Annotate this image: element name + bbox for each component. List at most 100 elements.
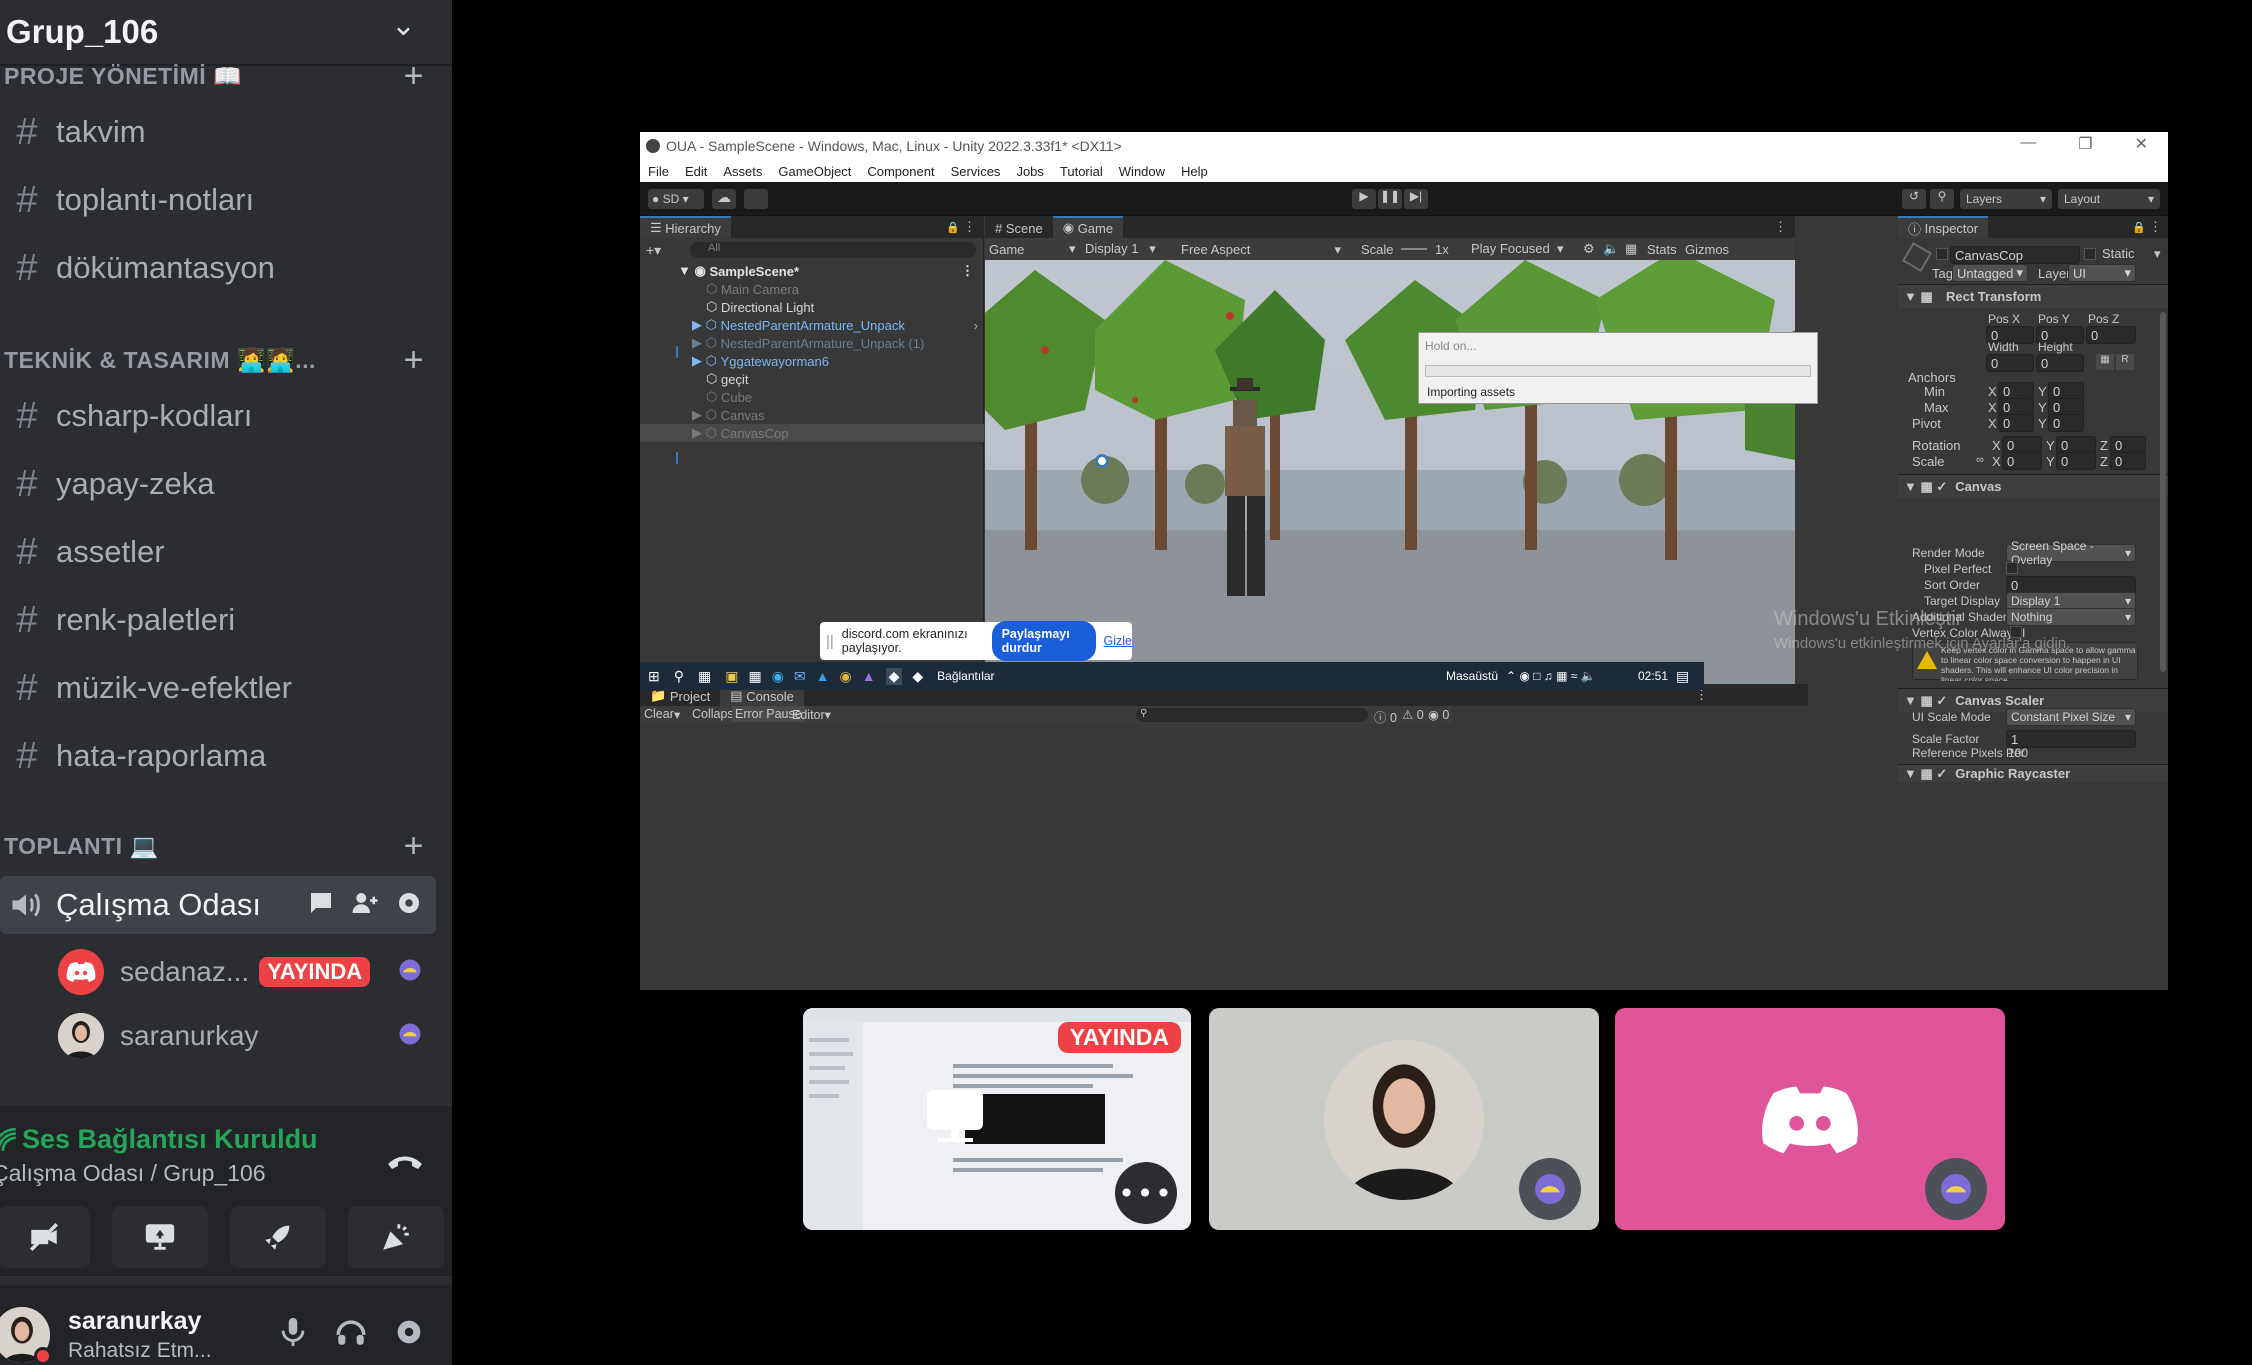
- add-channel-icon[interactable]: +: [404, 341, 424, 380]
- error-count[interactable]: ◉ 0: [1428, 707, 1449, 722]
- tab-scene[interactable]: # Scene: [985, 216, 1053, 238]
- vscode-icon[interactable]: ▲: [816, 668, 830, 684]
- hierarchy-item-selected[interactable]: ▶ ⬡ CanvasCop: [640, 424, 984, 442]
- chrome-icon[interactable]: ◉: [840, 668, 852, 685]
- log-count[interactable]: ⓘ 0: [1374, 707, 1397, 726]
- collab-button[interactable]: [744, 189, 768, 209]
- voice-user-saranurkay[interactable]: saranurkay: [58, 1010, 428, 1062]
- hierarchy-search[interactable]: All: [690, 242, 976, 258]
- voice-user-sedanaz[interactable]: sedanaz... YAYINDA: [58, 946, 428, 998]
- category-toplanti[interactable]: TOPLANTI 💻 +: [4, 826, 424, 866]
- object-name-field[interactable]: CanvasCop: [1950, 246, 2080, 264]
- disconnect-icon[interactable]: [386, 1150, 424, 1178]
- unity-app-icon[interactable]: ◆: [885, 667, 903, 685]
- ui-scale-mode-dropdown[interactable]: Constant Pixel Size ▾: [2006, 708, 2136, 726]
- menu-gameobject[interactable]: GameObject: [778, 164, 851, 179]
- graphic-raycaster-header[interactable]: ▼ ▦ ✓Graphic Raycaster? ⇄ ⋮: [1898, 764, 2168, 782]
- audio-icon[interactable]: 🔈: [1603, 241, 1619, 257]
- play-button[interactable]: ▶: [1352, 189, 1376, 209]
- anchors-label[interactable]: Anchors: [1908, 370, 1956, 385]
- tile-sedanaz[interactable]: [1615, 1008, 2005, 1230]
- layout-dropdown[interactable]: Layout ▾: [2058, 189, 2160, 209]
- scale-y[interactable]: 0: [2056, 452, 2096, 470]
- camera-off-button[interactable]: [0, 1206, 90, 1268]
- stop-sharing-button[interactable]: Paylaşmayı durdur: [991, 621, 1096, 661]
- category-proje[interactable]: PROJE YÖNETİMİ 📖 +: [4, 56, 424, 96]
- pixel-perfect-checkbox[interactable]: [2006, 562, 2018, 574]
- unity-window[interactable]: OUA - SampleScene - Windows, Mac, Linux …: [640, 132, 2168, 990]
- microphone-icon[interactable]: [276, 1315, 310, 1353]
- unity-hub-icon[interactable]: ◆: [912, 668, 923, 685]
- blueprint-button[interactable]: ▦: [2096, 354, 2114, 370]
- voice-connected-status[interactable]: Ses Bağlantısı Kuruldu: [0, 1124, 318, 1155]
- channel-muzik-ve-efektler[interactable]: # müzik-ve-efektler: [0, 660, 440, 716]
- menu-help[interactable]: Help: [1181, 164, 1208, 179]
- tab-hierarchy[interactable]: ☰ Hierarchy: [640, 216, 731, 238]
- invite-icon[interactable]: [350, 888, 380, 918]
- channel-yapay-zeka[interactable]: # yapay-zeka: [0, 456, 440, 512]
- menu-jobs[interactable]: Jobs: [1016, 164, 1043, 179]
- mail-icon[interactable]: ✉: [794, 668, 806, 685]
- chevron-down-icon[interactable]: ⌄: [391, 8, 416, 43]
- kebab-menu-icon[interactable]: ⋮: [1774, 219, 1787, 235]
- bug-icon[interactable]: ⚙: [1583, 241, 1595, 257]
- voice-channel-calisma-odasi[interactable]: Çalışma Odası: [0, 876, 436, 934]
- channel-toplanti-notlari[interactable]: # toplantı-notları: [0, 172, 440, 228]
- display-dropdown[interactable]: Display 1 ▾: [1085, 241, 1156, 257]
- link-icon[interactable]: ∞: [1976, 454, 1984, 466]
- pause-button[interactable]: ❚❚: [1378, 189, 1402, 209]
- desktop-label[interactable]: Masaüstü: [1446, 669, 1498, 683]
- kebab-menu-icon[interactable]: ⋮: [2149, 219, 2162, 235]
- channel-assetler[interactable]: # assetler: [0, 524, 440, 580]
- more-options-button[interactable]: •••: [1115, 1162, 1177, 1224]
- inspector-scrollbar[interactable]: [2160, 312, 2166, 672]
- pivot-y[interactable]: 0: [2048, 414, 2084, 432]
- close-icon[interactable]: ✕: [2135, 134, 2148, 154]
- tab-inspector[interactable]: ⓘ Inspector: [1898, 216, 1989, 238]
- channel-dokumantasyon[interactable]: # dökümantasyon: [0, 240, 440, 296]
- aspect-dropdown[interactable]: Free Aspect ▾: [1181, 242, 1341, 257]
- tray-icons[interactable]: ⌃ ◉ □ ♫ ▦ ≈ 🔈: [1506, 669, 1596, 683]
- user-settings-icon[interactable]: [392, 1315, 426, 1353]
- tab-game[interactable]: ◉ Game: [1052, 216, 1124, 238]
- explorer-icon[interactable]: ▣: [725, 668, 738, 685]
- add-channel-icon[interactable]: +: [404, 57, 424, 96]
- search-icon[interactable]: ⚲: [674, 668, 684, 685]
- headphones-icon[interactable]: [334, 1315, 368, 1353]
- minimize-icon[interactable]: —: [2020, 134, 2036, 154]
- layer-dropdown[interactable]: UI ▾: [2068, 264, 2136, 282]
- lock-icon[interactable]: 🔒: [2132, 221, 2146, 234]
- render-mode-dropdown[interactable]: Screen Space - Overlay ▾: [2006, 539, 2136, 567]
- window-titlebar[interactable]: OUA - SampleScene - Windows, Mac, Linux …: [640, 132, 2168, 160]
- create-button[interactable]: +▾: [646, 242, 661, 259]
- posz-field[interactable]: 0: [2086, 326, 2136, 344]
- task-view-icon[interactable]: ▦: [698, 668, 711, 685]
- kebab-menu-icon[interactable]: ⋮: [963, 219, 976, 235]
- static-checkbox[interactable]: [2084, 248, 2096, 260]
- soundboard-button[interactable]: [348, 1206, 444, 1268]
- tile-screen-share[interactable]: YAYINDA •••: [803, 1008, 1191, 1230]
- kebab-menu-icon[interactable]: ⋮: [961, 263, 974, 279]
- canvas-header[interactable]: ▼ ▦ ✓Canvas? ⇄ ⋮: [1898, 474, 2168, 498]
- menu-component[interactable]: Component: [867, 164, 934, 179]
- gear-icon[interactable]: [394, 888, 424, 918]
- menu-edit[interactable]: Edit: [685, 164, 707, 179]
- channel-renk-paletleri[interactable]: # renk-paletleri: [0, 592, 440, 648]
- play-mode-dropdown[interactable]: Play Focused ▾: [1471, 241, 1564, 257]
- hierarchy-item[interactable]: ⬡ Cube: [640, 388, 984, 406]
- hierarchy-item[interactable]: ⬡ geçit: [640, 370, 984, 388]
- menu-window[interactable]: Window: [1119, 164, 1165, 179]
- hierarchy-item[interactable]: ⬡ Directional Light: [640, 298, 984, 316]
- vs-icon[interactable]: ▲: [862, 668, 876, 684]
- cloud-button[interactable]: ☁: [712, 189, 736, 209]
- menu-services[interactable]: Services: [951, 164, 1001, 179]
- add-channel-icon[interactable]: +: [404, 827, 424, 866]
- rect-transform-header[interactable]: ▼ ▦ Rect Transform? ⇄ ⋮: [1898, 284, 2168, 308]
- width-field[interactable]: 0: [1986, 354, 2034, 372]
- lock-icon[interactable]: 🔒: [946, 221, 960, 234]
- restore-icon[interactable]: ❐: [2078, 134, 2092, 154]
- raw-edit-button[interactable]: R: [2116, 354, 2134, 370]
- search-icon[interactable]: ⚲: [1930, 189, 1954, 209]
- store-icon[interactable]: ▦: [748, 668, 761, 685]
- scene-item[interactable]: ▼ ◉ SampleScene* ⋮: [640, 262, 984, 280]
